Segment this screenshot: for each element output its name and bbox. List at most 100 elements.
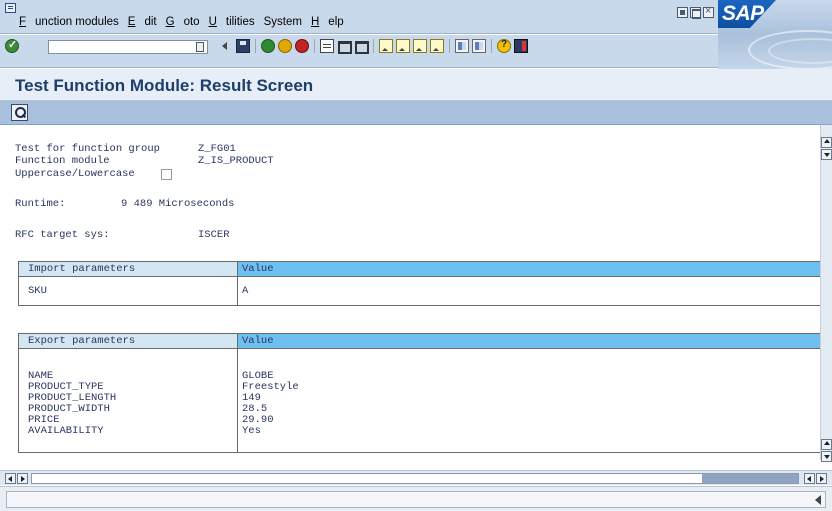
table-header: Export parameters Value [19,334,820,348]
help-icon[interactable] [497,39,511,53]
command-history-icon[interactable] [196,42,204,52]
next-page-icon[interactable] [413,39,427,53]
find-icon[interactable] [337,39,352,54]
menu-edit[interactable]: Edit [128,16,157,28]
menu-utilities-key: U [208,16,217,28]
menu-edit-label: dit [144,16,157,28]
shortcut-icon[interactable] [472,39,486,53]
parameter-value: 29.90 [242,414,274,426]
menu-help-key: H [310,16,320,28]
function-group-value: Z_FG01 [198,143,236,155]
menu-edit-key: E [127,16,136,28]
parameter-name-column: NAME PRODUCT_TYPE PRODUCT_LENGTH PRODUCT… [19,349,238,452]
export-parameters-header: Export parameters [19,334,238,348]
runtime-label: Runtime: [15,198,66,210]
table-row: A [238,277,820,305]
result-content: Test for function group Z_FG01 Function … [0,125,820,460]
scroll-up-icon[interactable] [821,137,832,148]
export-value-header: Value [242,335,274,347]
import-value-header: Value [242,263,274,275]
table-body: NAME PRODUCT_TYPE PRODUCT_LENGTH PRODUCT… [19,348,820,452]
parameter-value: 149 [242,392,261,404]
table-row: SKU [19,277,238,305]
page-title: Test Function Module: Result Screen [15,76,314,95]
menu-goto[interactable]: Goto [166,16,200,28]
close-icon[interactable] [703,5,714,18]
create-session-icon[interactable] [455,39,469,53]
title-bar: Test Function Module: Result Screen [0,69,832,101]
scroll-right-end-icon[interactable] [816,473,827,484]
command-field[interactable] [48,40,208,54]
previous-page-icon[interactable] [396,39,410,53]
status-message-field [6,491,826,508]
sap-logo-area: SAP [718,0,832,70]
standard-toolbar [0,35,718,68]
scroll-page-up-icon[interactable] [821,439,832,450]
parameter-value-column: GLOBE Freestyle 149 28.5 29.90 Yes [238,349,820,452]
toolbar-icons [219,39,528,54]
menu-function-modules-label: unction modules [35,16,119,28]
menu-system[interactable]: System [264,16,302,28]
menu-goto-key: G [165,16,175,28]
menu-system-label: System [263,16,302,28]
parameter-name: AVAILABILITY [28,425,104,437]
application-toolbar [0,101,832,125]
uppercase-lowercase-label: Uppercase/Lowercase [15,168,135,180]
parameter-value: Freestyle [242,381,299,393]
export-parameters-table: Export parameters Value NAME PRODUCT_TYP… [18,333,820,453]
menu-bar: Function modules Edit Goto Utilities Sys… [0,0,832,34]
layout-menu-icon[interactable] [514,39,528,53]
status-expand-icon[interactable] [815,495,821,505]
sap-logo-text: SAP [722,2,764,25]
uppercase-lowercase-checkbox[interactable] [161,169,172,180]
menu: Function modules Edit Goto Utilities Sys… [19,16,353,28]
vertical-scrollbar[interactable] [820,125,832,462]
menu-function-modules-key: F [19,16,27,28]
details-icon[interactable] [11,104,28,121]
system-menu-icon[interactable] [5,3,16,13]
menu-utilities[interactable]: Utilities [209,16,255,28]
enter-icon[interactable] [5,38,19,53]
menu-function-modules[interactable]: Function modules [19,16,119,28]
cancel-icon[interactable] [295,39,309,53]
parameter-value: GLOBE [242,370,274,382]
import-parameters-header: Import parameters [19,262,238,276]
scroll-thumb[interactable] [702,474,798,483]
scroll-right-icon[interactable] [17,473,28,484]
toolbar-separator [314,39,315,53]
table-body: SKU A [19,276,820,305]
menu-help-label: elp [328,16,344,28]
first-page-icon[interactable] [379,39,393,53]
parameter-value: Yes [242,425,261,437]
menu-help[interactable]: Help [311,16,344,28]
window-controls [677,5,714,19]
scroll-left-icon[interactable] [5,473,16,484]
function-module-value: Z_IS_PRODUCT [198,155,274,167]
scroll-track[interactable] [31,473,799,484]
maximize-icon[interactable] [690,7,701,19]
back-arrow-icon[interactable] [219,39,233,53]
function-module-label: Function module [15,155,110,167]
toolbar-separator [373,39,374,53]
save-icon[interactable] [236,39,250,53]
scroll-page-down-icon[interactable] [821,451,832,462]
parameter-name: SKU [28,285,47,297]
rfc-target-label: RFC target sys: [15,229,110,241]
table-header: Import parameters Value [19,262,820,276]
exit-icon[interactable] [278,39,292,53]
toolbar-separator [491,39,492,53]
green-back-icon[interactable] [261,39,275,53]
minimize-icon[interactable] [677,7,688,18]
last-page-icon[interactable] [430,39,444,53]
menu-goto-label: oto [183,16,200,28]
toolbar-separator [255,39,256,53]
status-bar [0,486,832,511]
find-next-icon[interactable] [354,39,369,54]
print-icon[interactable] [320,39,334,53]
scroll-left-end-icon[interactable] [804,473,815,484]
horizontal-scrollbar[interactable] [0,470,832,485]
parameter-value: 28.5 [242,403,268,415]
scroll-down-icon[interactable] [821,149,832,160]
function-group-label: Test for function group [15,143,160,155]
runtime-value: 9 489 Microseconds [121,198,235,210]
